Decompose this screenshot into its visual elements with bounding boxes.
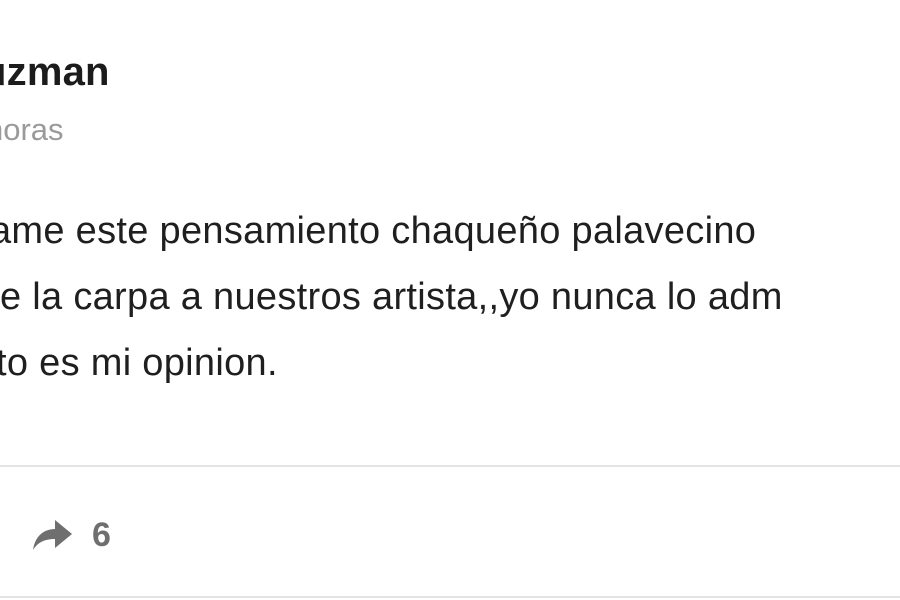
share-arrow-icon — [30, 517, 74, 553]
post-body-line: to es mi opinion. — [0, 342, 278, 384]
post-body-line: ame este pensamiento chaqueño palavecino — [0, 210, 757, 252]
post-card: uzman horas ame este pensamiento chaqueñ… — [0, 0, 900, 600]
author-name[interactable]: uzman — [0, 50, 110, 95]
post-body: ame este pensamiento chaqueño palavecino… — [0, 198, 900, 396]
share-button[interactable]: 6 — [30, 510, 111, 560]
share-count: 6 — [92, 515, 111, 554]
divider — [0, 596, 900, 598]
post-body-line: e la carpa a nuestros artista,,yo nunca … — [0, 276, 783, 318]
divider — [0, 465, 900, 467]
post-timestamp[interactable]: horas — [0, 112, 64, 148]
